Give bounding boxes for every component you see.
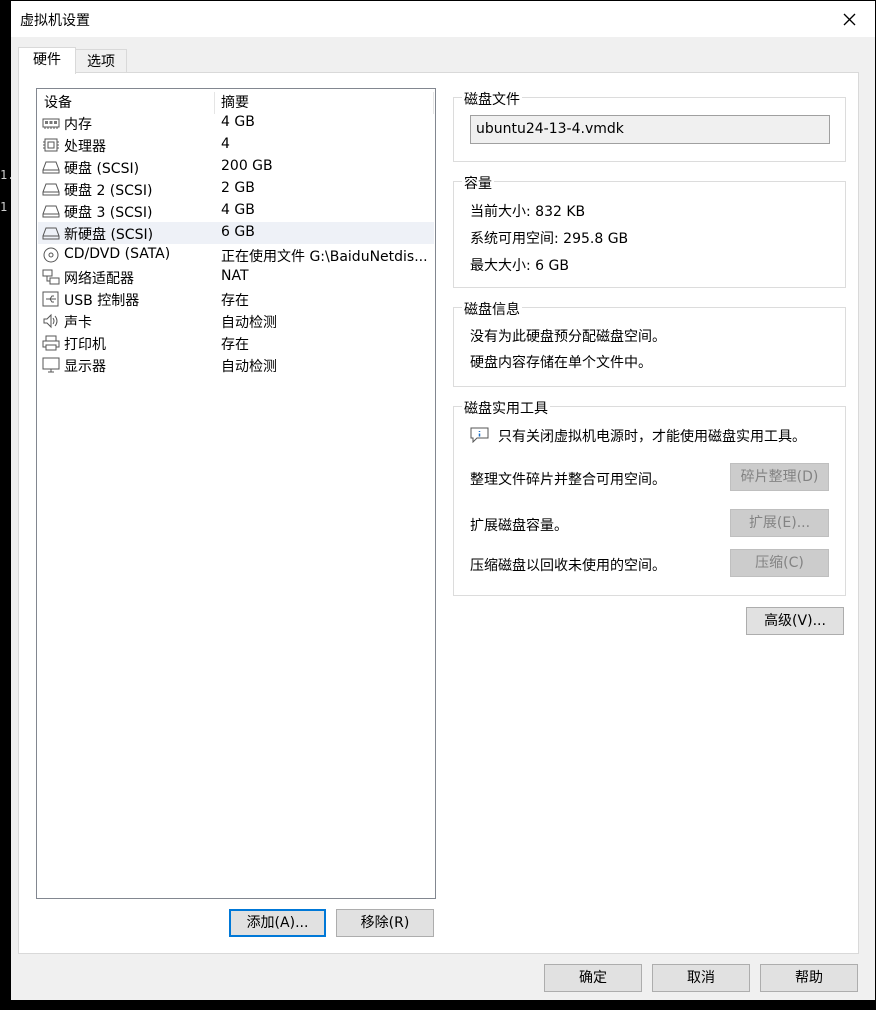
printer-icon (42, 335, 60, 351)
disk-utilities-group: 磁盘实用工具 只有关闭虚拟机电源时，才能使用磁盘实用工具。 整理文件碎片并整合可… (453, 398, 846, 596)
hardware-panel: 设备 摘要 内存 4 GB 处理器 4 硬盘 (SCSI) 200 GB 硬盘 … (18, 72, 859, 954)
device-name: 硬盘 3 (SCSI) (64, 205, 153, 221)
device-summary: 200 GB (221, 158, 273, 174)
system-free-space-text: 系统可用空间: 295.8 GB (470, 231, 629, 247)
harddisk-icon (42, 161, 60, 174)
network-icon (42, 269, 60, 285)
device-name: 显示器 (64, 359, 106, 375)
device-row-usb-controller[interactable]: USB 控制器 存在 (38, 288, 434, 310)
device-summary: 6 GB (221, 224, 255, 240)
title-bar: 虚拟机设置 (11, 1, 875, 37)
window-title: 虚拟机设置 (20, 13, 90, 29)
list-header: 设备 摘要 (37, 89, 435, 114)
device-summary: NAT (221, 268, 249, 284)
device-summary: 正在使用文件 G:\BaiduNetdis... (221, 249, 428, 265)
device-name: 处理器 (64, 139, 106, 155)
current-size-text: 当前大小: 832 KB (470, 204, 586, 220)
device-name: 新硬盘 (SCSI) (64, 227, 154, 243)
device-row-sound-card[interactable]: 声卡 自动检测 (38, 310, 434, 332)
capacity-group: 容量 当前大小: 832 KB 系统可用空间: 295.8 GB 最大大小: 6… (453, 173, 846, 288)
device-name: 网络适配器 (64, 271, 134, 287)
device-row-harddisk[interactable]: 硬盘 (SCSI) 200 GB (38, 156, 434, 178)
cd-icon (43, 247, 59, 263)
max-size-text: 最大大小: 6 GB (470, 258, 569, 274)
ok-button[interactable]: 确定 (544, 964, 642, 992)
device-summary: 2 GB (221, 180, 255, 196)
defragment-button[interactable]: 碎片整理(D) (730, 463, 829, 491)
remove-device-button[interactable]: 移除(R) (336, 909, 434, 937)
device-name: USB 控制器 (64, 293, 140, 309)
harddisk-icon (42, 227, 60, 240)
device-list[interactable]: 设备 摘要 内存 4 GB 处理器 4 硬盘 (SCSI) 200 GB 硬盘 … (36, 88, 436, 899)
device-name: 硬盘 (SCSI) (64, 161, 140, 177)
device-row-printer[interactable]: 打印机 存在 (38, 332, 434, 354)
disk-info-group: 磁盘信息 没有为此硬盘预分配磁盘空间。 硬盘内容存储在单个文件中。 (453, 299, 846, 387)
disk-file-field[interactable]: ubuntu24-13-4.vmdk (470, 115, 830, 144)
disk-info-line: 没有为此硬盘预分配磁盘空间。 (470, 329, 666, 345)
device-summary: 4 GB (221, 202, 255, 218)
disk-file-group: 磁盘文件 ubuntu24-13-4.vmdk (453, 89, 846, 162)
background-text-fragment: 1 (0, 200, 8, 214)
harddisk-icon (42, 183, 60, 196)
group-title: 磁盘实用工具 (462, 398, 550, 418)
device-row-display[interactable]: 显示器 自动检测 (38, 354, 434, 376)
usb-icon (42, 291, 59, 307)
device-summary: 存在 (221, 337, 249, 353)
compact-description: 压缩磁盘以回收未使用的空间。 (470, 558, 666, 574)
device-row-cd-dvd[interactable]: CD/DVD (SATA) 正在使用文件 G:\BaiduNetdis... (38, 244, 434, 266)
column-divider[interactable] (433, 92, 434, 114)
column-header-summary[interactable]: 摘要 (221, 92, 249, 112)
memory-icon (42, 118, 60, 129)
device-row-harddisk-3[interactable]: 硬盘 3 (SCSI) 4 GB (38, 200, 434, 222)
group-title: 磁盘文件 (462, 89, 522, 109)
tab-options[interactable]: 选项 (75, 49, 127, 74)
cpu-icon (43, 138, 59, 152)
disk-info-line: 硬盘内容存储在单个文件中。 (470, 355, 652, 371)
cancel-button[interactable]: 取消 (652, 964, 750, 992)
harddisk-icon (42, 205, 60, 218)
compact-button[interactable]: 压缩(C) (730, 549, 829, 577)
device-name: 声卡 (64, 315, 92, 331)
device-row-harddisk-2[interactable]: 硬盘 2 (SCSI) 2 GB (38, 178, 434, 200)
help-button[interactable]: 帮助 (760, 964, 858, 992)
close-button[interactable] (829, 3, 869, 35)
expand-description: 扩展磁盘容量。 (470, 518, 568, 534)
group-title: 容量 (462, 173, 494, 193)
device-summary: 4 GB (221, 114, 255, 130)
power-off-notice: 只有关闭虚拟机电源时，才能使用磁盘实用工具。 (498, 429, 806, 445)
speaker-icon (43, 313, 58, 329)
device-summary: 存在 (221, 293, 249, 309)
device-name: 打印机 (64, 337, 106, 353)
column-divider[interactable] (214, 92, 215, 114)
device-summary: 自动检测 (221, 315, 277, 331)
expand-button[interactable]: 扩展(E)... (730, 509, 829, 537)
device-name: 硬盘 2 (SCSI) (64, 183, 153, 199)
device-row-memory[interactable]: 内存 4 GB (38, 112, 434, 134)
monitor-icon (42, 357, 60, 373)
column-header-device[interactable]: 设备 (44, 92, 72, 112)
virtual-machine-settings-dialog: 虚拟机设置 硬件 选项 设备 摘要 内存 4 GB 处理器 4 硬盘 (SCSI… (11, 1, 875, 1000)
device-summary: 自动检测 (221, 359, 277, 375)
device-row-network-adapter[interactable]: 网络适配器 NAT (38, 266, 434, 288)
device-row-new-harddisk[interactable]: 新硬盘 (SCSI) 6 GB (38, 222, 434, 244)
device-name: CD/DVD (SATA) (64, 246, 171, 262)
advanced-button[interactable]: 高级(V)... (746, 607, 844, 635)
close-icon (843, 13, 856, 26)
device-row-processor[interactable]: 处理器 4 (38, 134, 434, 156)
add-device-button[interactable]: 添加(A)... (229, 909, 326, 937)
tab-hardware[interactable]: 硬件 (18, 47, 76, 74)
group-title: 磁盘信息 (462, 299, 522, 319)
device-name: 内存 (64, 117, 92, 133)
info-message-icon (470, 427, 489, 443)
device-summary: 4 (221, 136, 230, 152)
defrag-description: 整理文件碎片并整合可用空间。 (470, 472, 666, 488)
